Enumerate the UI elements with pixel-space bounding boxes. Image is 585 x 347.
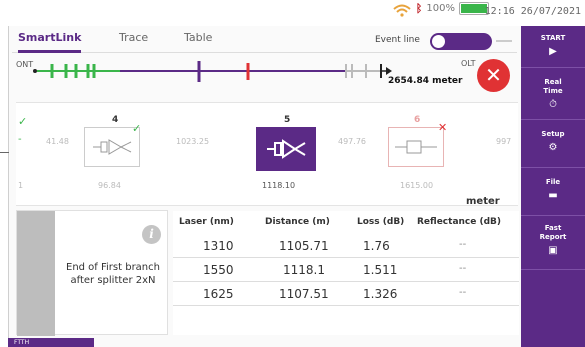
- file-button[interactable]: File ▬: [521, 168, 585, 216]
- event-line-label: Event line: [375, 35, 420, 45]
- event-value: 41.48: [46, 137, 69, 146]
- divider: [0, 152, 9, 153]
- status-bar: ᛒ 100% 12:16 26/07/2021: [8, 0, 585, 26]
- column-header: Distance (m): [265, 217, 330, 227]
- folder-icon: ▬: [548, 190, 558, 201]
- event-distance: 1615.00: [400, 181, 434, 190]
- close-icon: ✕: [485, 63, 502, 87]
- real-time-button[interactable]: Real Time ⏱: [521, 68, 585, 120]
- check-icon: ✓: [18, 115, 28, 128]
- stopwatch-icon: ⏱: [549, 99, 557, 110]
- event-description: End of First branch after splitter 2xN: [66, 262, 160, 286]
- event-value: 997: [496, 137, 512, 146]
- reflectance-cell: --: [459, 239, 467, 250]
- event-info-panel: i End of First branch after splitter 2xN: [16, 210, 168, 336]
- report-icon: ▣: [548, 245, 558, 256]
- status-clock: 12:16 26/07/2021: [485, 6, 581, 17]
- toggle-knob: [432, 35, 445, 48]
- link-length: 2654.84 meter: [388, 76, 463, 86]
- play-icon: ▶: [549, 46, 557, 57]
- reflectance-cell: --: [459, 263, 467, 274]
- column-header: Laser (nm): [179, 217, 234, 227]
- date: 26/07/2021: [520, 6, 581, 17]
- time: 12:16: [484, 6, 515, 17]
- info-icon[interactable]: i: [142, 225, 161, 244]
- distance-cell: 1107.51: [279, 287, 329, 301]
- link-diagram: ONT OLT 2654.84 meter ✕: [16, 56, 516, 96]
- action-sidebar: START ▶ Real Time ⏱ Setup ⚙ File ▬ Fast …: [521, 26, 585, 347]
- events-strip: - ✓ 41.48 1 4 ✓ 96.84 1023.25 5 1118.10 …: [16, 102, 518, 207]
- laser-cell: 1310: [203, 239, 234, 253]
- results-table: Laser (nm) Distance (m) Loss (dB) Reflec…: [173, 211, 519, 335]
- olt-label: OLT: [461, 59, 476, 68]
- column-header: Reflectance (dB): [417, 217, 502, 227]
- event-number: 4: [112, 115, 119, 125]
- tab-smartlink[interactable]: SmartLink: [18, 31, 82, 53]
- column-header: Loss (dB): [357, 217, 405, 227]
- check-icon: ✓: [132, 122, 142, 135]
- event-line-toggle[interactable]: [430, 33, 492, 50]
- event-5-splitter[interactable]: [256, 127, 316, 171]
- edge-marker: -: [18, 134, 22, 145]
- setup-label: Setup: [541, 130, 565, 138]
- start-label: START: [540, 34, 566, 42]
- event-number: 6: [414, 115, 421, 125]
- divider: [12, 52, 517, 53]
- fail-icon: ✕: [438, 121, 448, 134]
- start-button[interactable]: START ▶: [521, 26, 585, 68]
- table-row[interactable]: 1310 1105.71 1.76 --: [173, 235, 519, 258]
- info-stripe: [17, 211, 55, 336]
- distance-cell: 1118.1: [283, 263, 325, 277]
- table-row[interactable]: 1625 1107.51 1.326 --: [173, 283, 519, 306]
- status-icons: ᛒ 100%: [392, 2, 489, 17]
- bluetooth-icon: ᛒ: [415, 2, 423, 15]
- event-value: 1: [18, 181, 24, 190]
- tab-table[interactable]: Table: [184, 31, 212, 53]
- event-distance: 96.84: [98, 181, 121, 190]
- tab-trace[interactable]: Trace: [119, 31, 148, 53]
- gear-icon: ⚙: [548, 142, 558, 153]
- loss-cell: 1.511: [363, 263, 398, 277]
- event-6-connector[interactable]: [388, 127, 444, 167]
- event-distance: 1118.10: [262, 181, 296, 190]
- real-time-label: Real Time: [543, 78, 563, 95]
- battery-percent: 100%: [426, 3, 455, 14]
- event-value: 1023.25: [176, 137, 210, 146]
- table-row[interactable]: 1550 1118.1 1.511 --: [173, 259, 519, 282]
- file-label: File: [545, 178, 561, 186]
- distance-cell: 1105.71: [279, 239, 329, 253]
- event-value: 497.76: [338, 137, 366, 146]
- event-number: 5: [284, 115, 291, 125]
- reflectance-cell: --: [459, 287, 467, 298]
- loss-cell: 1.326: [363, 287, 398, 301]
- wifi-icon: [392, 2, 412, 17]
- setup-button[interactable]: Setup ⚙: [521, 120, 585, 168]
- fast-report-button[interactable]: Fast Report ▣: [521, 216, 585, 270]
- mode-tag: FTTH: [8, 338, 94, 347]
- laser-cell: 1550: [203, 263, 234, 277]
- close-button[interactable]: ✕: [477, 59, 510, 92]
- unit-label: meter: [466, 196, 500, 207]
- loss-cell: 1.76: [363, 239, 390, 253]
- fast-report-label: Fast Report: [539, 224, 567, 241]
- laser-cell: 1625: [203, 287, 234, 301]
- divider: [496, 40, 512, 42]
